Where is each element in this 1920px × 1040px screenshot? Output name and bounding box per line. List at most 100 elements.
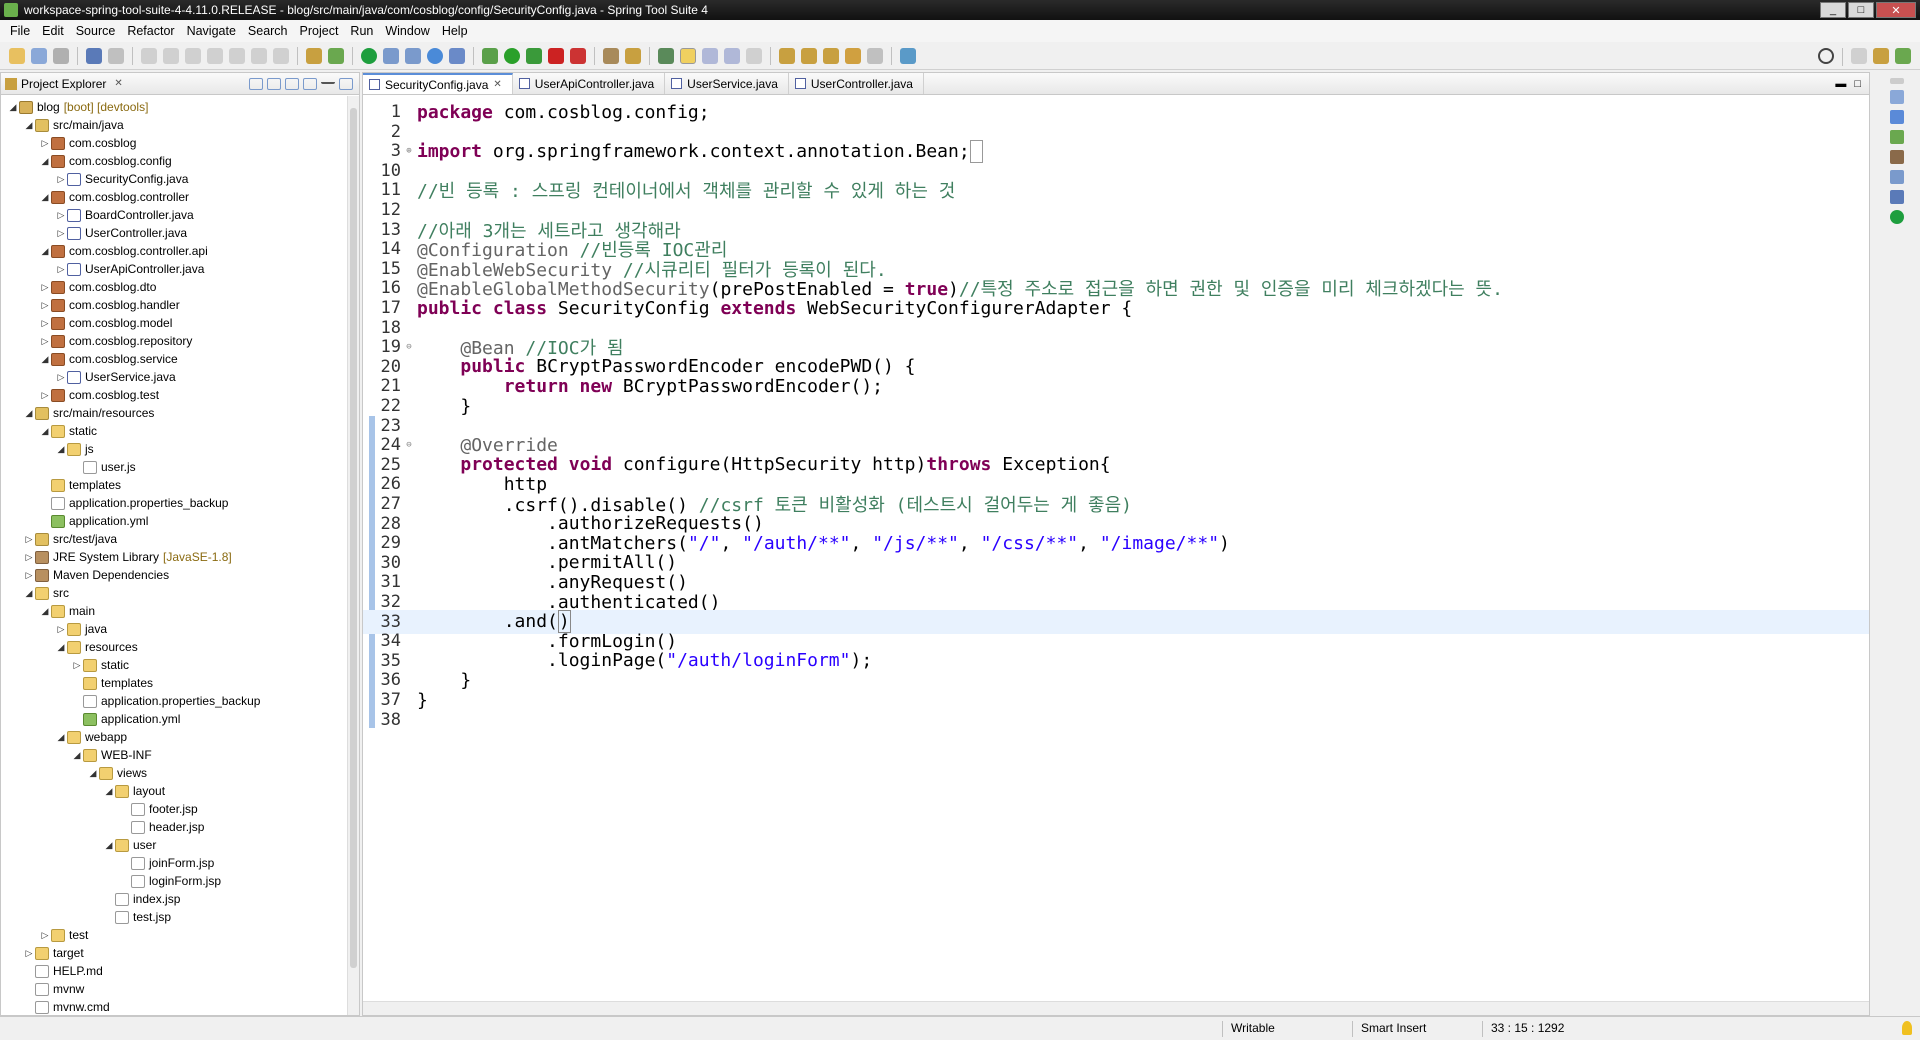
tree-expand-arrow-icon[interactable]: ▷ (39, 138, 51, 149)
tree-expand-arrow-icon[interactable]: ◢ (23, 120, 35, 131)
tree-item[interactable]: ◢ src (1, 584, 347, 602)
stop-icon[interactable] (548, 47, 564, 64)
globe-icon[interactable] (427, 47, 443, 64)
tree-item[interactable]: ▷ com.cosblog.repository (1, 332, 347, 350)
tree-item[interactable]: ▷ BoardController.java (1, 206, 347, 224)
last-edit-icon[interactable] (823, 47, 839, 64)
tree-item[interactable]: ▷ JRE System Library [JavaSE-1.8] (1, 548, 347, 566)
tree-item[interactable]: ◢ com.cosblog.service (1, 350, 347, 368)
run-coverage-icon[interactable] (526, 47, 542, 64)
tree-expand-arrow-icon[interactable]: ◢ (23, 408, 35, 419)
external-tools-icon[interactable] (570, 47, 586, 64)
forward-icon[interactable] (867, 47, 883, 64)
open-task-icon[interactable] (603, 47, 619, 64)
save-icon[interactable] (31, 47, 47, 64)
new-package-icon[interactable] (405, 47, 421, 64)
menu-source[interactable]: Source (70, 24, 122, 38)
tree-expand-arrow-icon[interactable]: ◢ (103, 840, 115, 851)
javadoc-icon[interactable] (1890, 170, 1904, 184)
tree-expand-arrow-icon[interactable]: ▷ (39, 318, 51, 329)
tree-item[interactable]: ▷ com.cosblog.dto (1, 278, 347, 296)
debug-icon[interactable] (482, 47, 498, 64)
menu-project[interactable]: Project (294, 24, 345, 38)
code-line[interactable]: 38 (363, 708, 1869, 732)
run-icon[interactable] (504, 47, 520, 64)
boot-dashboard-icon[interactable] (1890, 210, 1904, 224)
tree-expand-arrow-icon[interactable]: ▷ (39, 282, 51, 293)
tree-item[interactable]: mvnw.cmd (1, 998, 347, 1015)
code-text-area[interactable]: 1 package com.cosblog.config; 2 3 ⊕ import or… (363, 96, 1869, 1001)
tree-item[interactable]: templates (1, 674, 347, 692)
tree-expand-arrow-icon[interactable]: ◢ (39, 156, 51, 167)
mark-occurrences-icon[interactable] (658, 47, 674, 64)
tree-item[interactable]: ▷ static (1, 656, 347, 674)
tree-item[interactable]: mvnw (1, 980, 347, 998)
editor-horizontal-scrollbar[interactable] (363, 1001, 1869, 1015)
tree-item[interactable]: application.properties_backup (1, 494, 347, 512)
view-menu-icon[interactable] (303, 77, 317, 90)
maximize-editor-icon[interactable]: □ (1854, 78, 1861, 90)
tree-item[interactable]: ◢ main (1, 602, 347, 620)
close-tab-icon[interactable]: ✕ (493, 79, 501, 90)
search-files-icon[interactable] (449, 47, 465, 64)
tree-item[interactable]: application.properties_backup (1, 692, 347, 710)
tree-item[interactable]: ▷ UserService.java (1, 368, 347, 386)
show-whitespace-icon[interactable] (724, 47, 740, 64)
java-perspective-icon[interactable] (1873, 48, 1889, 64)
tree-item[interactable]: ▷ com.cosblog (1, 134, 347, 152)
menu-navigate[interactable]: Navigate (181, 24, 242, 38)
tree-item[interactable]: ◢ com.cosblog.config (1, 152, 347, 170)
tree-item[interactable]: application.yml (1, 512, 347, 530)
restore-icon[interactable] (1890, 78, 1904, 84)
new-icon[interactable] (9, 47, 25, 64)
close-icon[interactable]: ✕ (114, 78, 122, 89)
tree-item[interactable]: test.jsp (1, 908, 347, 926)
tree-expand-arrow-icon[interactable]: ▷ (39, 336, 51, 347)
minimize-view-icon[interactable] (321, 78, 335, 84)
tree-item[interactable]: ▷ target (1, 944, 347, 962)
tree-expand-arrow-icon[interactable]: ▷ (39, 390, 51, 401)
menu-edit[interactable]: Edit (36, 24, 70, 38)
fold-toggle-icon[interactable]: ⊖ (403, 342, 415, 352)
tree-item[interactable]: HELP.md (1, 962, 347, 980)
tree-item[interactable]: ◢ com.cosblog.controller.api (1, 242, 347, 260)
step-into-icon[interactable] (229, 47, 245, 64)
fold-toggle-icon[interactable]: ⊕ (403, 146, 415, 156)
fold-toggle-icon[interactable]: ⊖ (403, 440, 415, 450)
step-over-icon[interactable] (251, 47, 267, 64)
tree-expand-arrow-icon[interactable]: ▷ (23, 552, 35, 563)
tree-item[interactable]: ◢ static (1, 422, 347, 440)
problems-icon[interactable] (1890, 150, 1904, 164)
spring-symbols-icon[interactable] (1890, 130, 1904, 144)
tree-item[interactable]: ▷ com.cosblog.test (1, 386, 347, 404)
tree-item[interactable]: application.yml (1, 710, 347, 728)
tree-expand-arrow-icon[interactable]: ▷ (55, 624, 67, 635)
tree-expand-arrow-icon[interactable]: ▷ (39, 930, 51, 941)
tree-expand-arrow-icon[interactable]: ▷ (23, 534, 35, 545)
tree-expand-arrow-icon[interactable]: ◢ (71, 750, 83, 761)
tab-project-explorer[interactable]: Project Explorer ✕ (5, 77, 123, 91)
menu-run[interactable]: Run (344, 24, 379, 38)
menu-file[interactable]: File (4, 24, 36, 38)
spring-icon[interactable] (361, 47, 377, 64)
tree-expand-arrow-icon[interactable]: ◢ (7, 102, 19, 113)
menu-search[interactable]: Search (242, 24, 294, 38)
tree-item[interactable]: ▷ com.cosblog.handler (1, 296, 347, 314)
tree-item[interactable]: ◢ blog [boot] [devtools] (1, 98, 347, 116)
tree-expand-arrow-icon[interactable]: ◢ (39, 192, 51, 203)
terminate-icon[interactable] (185, 47, 201, 64)
tree-expand-arrow-icon[interactable]: ◢ (103, 786, 115, 797)
tree-item[interactable]: ▷ com.cosblog.model (1, 314, 347, 332)
link-editor-icon[interactable] (267, 77, 281, 90)
tree-expand-arrow-icon[interactable]: ▷ (23, 570, 35, 581)
menu-window[interactable]: Window (379, 24, 435, 38)
filter-icon[interactable] (285, 77, 299, 90)
tree-item[interactable]: header.jsp (1, 818, 347, 836)
back-icon[interactable] (845, 47, 861, 64)
collapse-all-icon[interactable] (249, 77, 263, 90)
tree-item[interactable]: ◢ webapp (1, 728, 347, 746)
tree-item[interactable]: ◢ src/main/resources (1, 404, 347, 422)
tree-item[interactable]: ▷ Maven Dependencies (1, 566, 347, 584)
tree-expand-arrow-icon[interactable]: ▷ (71, 660, 83, 671)
tree-item[interactable]: ◢ views (1, 764, 347, 782)
